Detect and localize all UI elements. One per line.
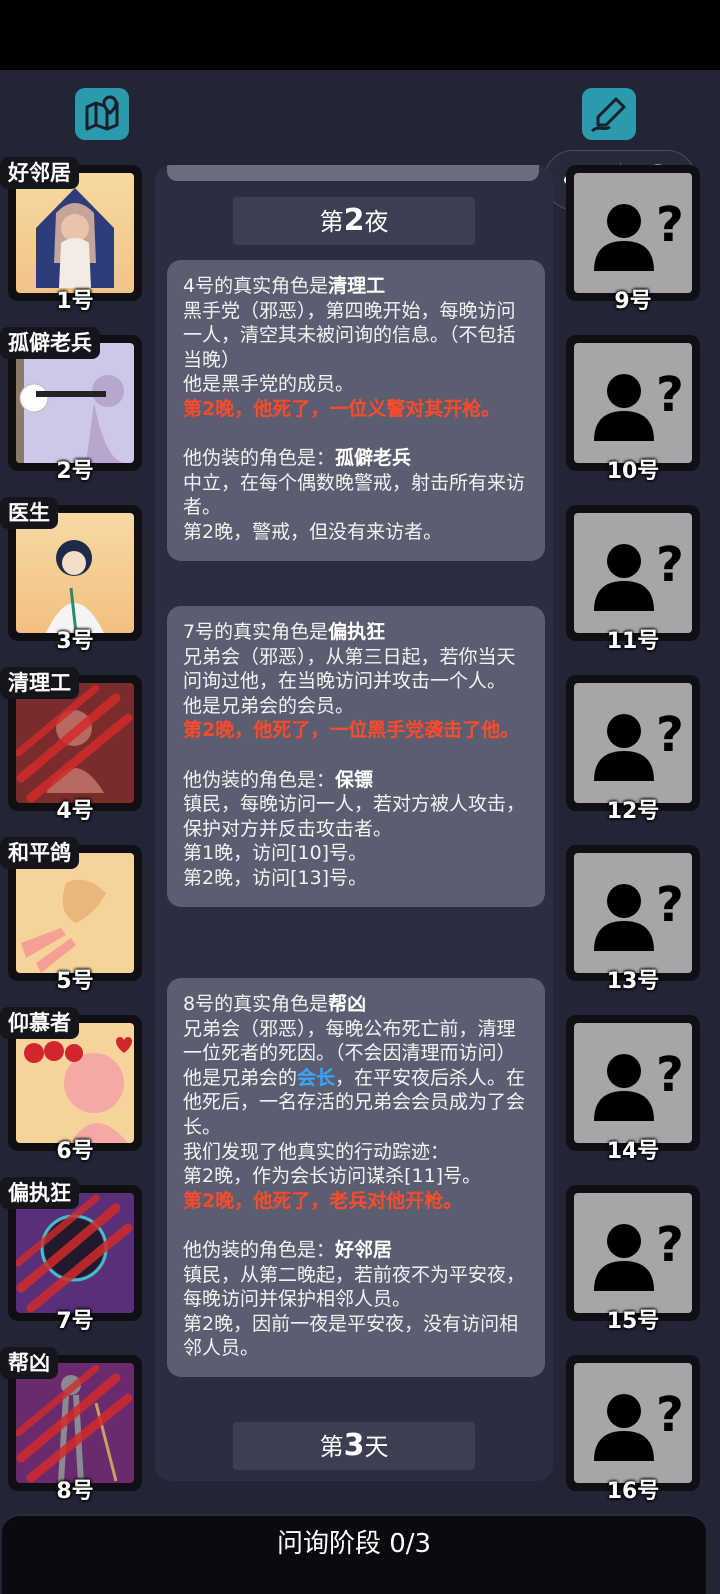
player-number: 2号 xyxy=(56,459,94,484)
role-portrait xyxy=(16,513,134,633)
role-portrait xyxy=(16,1193,134,1313)
unknown-person-icon: ? xyxy=(574,343,692,463)
player-slot-16[interactable]: ? 16号 xyxy=(558,1355,700,1525)
svg-text:?: ? xyxy=(656,537,682,593)
svg-text:?: ? xyxy=(656,877,682,933)
player-slot-3[interactable]: 医生 3号 xyxy=(0,497,142,675)
svg-text:?: ? xyxy=(656,1387,682,1443)
role-tag: 孤僻老兵 xyxy=(0,327,100,359)
game-log-panel[interactable]: 第2夜 4号的真实角色是清理工 黑手党（邪恶），第四晚开始，每晚访问一人，清空其… xyxy=(155,165,553,1481)
unknown-person-icon: ? xyxy=(574,173,692,293)
day-title: 第3天 xyxy=(233,1422,475,1470)
role-portrait xyxy=(16,173,134,293)
leader-link[interactable]: 会长 xyxy=(297,1067,335,1089)
role-tag: 仰慕者 xyxy=(0,1007,79,1039)
role-tag: 清理工 xyxy=(0,667,79,699)
night-title: 第2夜 xyxy=(233,197,475,245)
role-portrait xyxy=(16,853,134,973)
player-number: 15号 xyxy=(606,1309,660,1334)
player-card: ? xyxy=(566,505,700,641)
player-slot-13[interactable]: ? 13号 xyxy=(558,845,700,1015)
unknown-person-icon: ? xyxy=(574,513,692,633)
unknown-person-icon: ? xyxy=(574,1023,692,1143)
player-number: 9号 xyxy=(614,289,652,314)
player-number: 6号 xyxy=(56,1139,94,1164)
player-number: 11号 xyxy=(606,629,660,654)
death-claw-mark xyxy=(16,1364,133,1483)
player-number: 13号 xyxy=(606,969,660,994)
player-card: ? xyxy=(566,165,700,301)
player-slot-7[interactable]: 偏执狂 7号 xyxy=(0,1177,142,1355)
player-number: 16号 xyxy=(606,1479,660,1504)
unknown-person-icon: ? xyxy=(574,683,692,803)
phase-status-bar[interactable]: 问询阶段 0/3 xyxy=(2,1514,706,1594)
death-claw-mark xyxy=(16,684,133,803)
player-slot-1[interactable]: 好邻居 1号 xyxy=(0,157,142,335)
player-number: 10号 xyxy=(606,459,660,484)
player-slot-6[interactable]: 仰慕者 6号 xyxy=(0,1007,142,1185)
player-slot-11[interactable]: ? 11号 xyxy=(558,505,700,675)
svg-text:?: ? xyxy=(656,707,682,763)
player-card: ? xyxy=(566,1015,700,1151)
player-slot-12[interactable]: ? 12号 xyxy=(558,675,700,845)
player-slot-9[interactable]: ? 9号 xyxy=(558,165,700,335)
role-tag: 偏执狂 xyxy=(0,1177,79,1209)
log-scroll-indicator xyxy=(167,165,539,181)
player-card: ? xyxy=(566,335,700,471)
player-slot-14[interactable]: ? 14号 xyxy=(558,1015,700,1185)
player-slot-5[interactable]: 和平鸽 5号 xyxy=(0,837,142,1015)
role-tag: 和平鸽 xyxy=(0,837,79,869)
player-number: 5号 xyxy=(56,969,94,994)
player-slot-15[interactable]: ? 15号 xyxy=(558,1185,700,1355)
player-number: 12号 xyxy=(606,799,660,824)
svg-text:?: ? xyxy=(656,367,682,423)
left-player-column: 好邻居 1号 孤僻老兵 2号 医生 3号 清理工 4号 和平鸽 5号 仰慕者 6… xyxy=(0,157,142,1525)
phase-label: 问询阶段 0/3 xyxy=(276,1529,432,1559)
role-tag: 医生 xyxy=(0,497,58,529)
player-slot-4[interactable]: 清理工 4号 xyxy=(0,667,142,845)
role-portrait xyxy=(16,683,134,803)
log-message-3: 8号的真实角色是帮凶 兄弟会（邪恶），每晚公布死亡前，清理一位死者的死因。（不会… xyxy=(167,978,545,1377)
unknown-person-icon: ? xyxy=(574,853,692,973)
role-portrait xyxy=(16,343,134,463)
map-pin-icon[interactable] xyxy=(75,88,129,140)
status-bar xyxy=(0,0,720,70)
unknown-person-icon: ? xyxy=(574,1193,692,1313)
player-number: 14号 xyxy=(606,1139,660,1164)
player-number: 3号 xyxy=(56,629,94,654)
player-card: ? xyxy=(566,675,700,811)
player-slot-2[interactable]: 孤僻老兵 2号 xyxy=(0,327,142,505)
player-card: ? xyxy=(566,845,700,981)
right-player-column: ? 9号? 10号? 11号? 12号? 13号? 14号? 15号? 16号 xyxy=(558,165,700,1525)
svg-text:?: ? xyxy=(656,1217,682,1273)
role-portrait xyxy=(16,1023,134,1143)
player-slot-10[interactable]: ? 10号 xyxy=(558,335,700,505)
role-tag: 好邻居 xyxy=(0,157,79,189)
player-number: 7号 xyxy=(56,1309,94,1334)
player-slot-8[interactable]: 帮凶 8号 xyxy=(0,1347,142,1525)
pen-edit-icon[interactable] xyxy=(582,88,636,140)
svg-text:?: ? xyxy=(656,197,682,253)
player-number: 4号 xyxy=(56,799,94,824)
player-number: 1号 xyxy=(56,289,94,314)
player-number: 8号 xyxy=(56,1479,94,1504)
unknown-person-icon: ? xyxy=(574,1363,692,1483)
log-message-2: 7号的真实角色是偏执狂 兄弟会（邪恶），从第三日起，若你当天问询过他，在当晚访问… xyxy=(167,606,545,907)
role-tag: 帮凶 xyxy=(0,1347,58,1379)
role-portrait xyxy=(16,1363,134,1483)
player-card: ? xyxy=(566,1355,700,1491)
player-card: ? xyxy=(566,1185,700,1321)
svg-text:?: ? xyxy=(656,1047,682,1103)
death-claw-mark xyxy=(16,1194,133,1313)
log-message-1: 4号的真实角色是清理工 黑手党（邪恶），第四晚开始，每晚访问一人，清空其未被问询… xyxy=(167,260,545,561)
